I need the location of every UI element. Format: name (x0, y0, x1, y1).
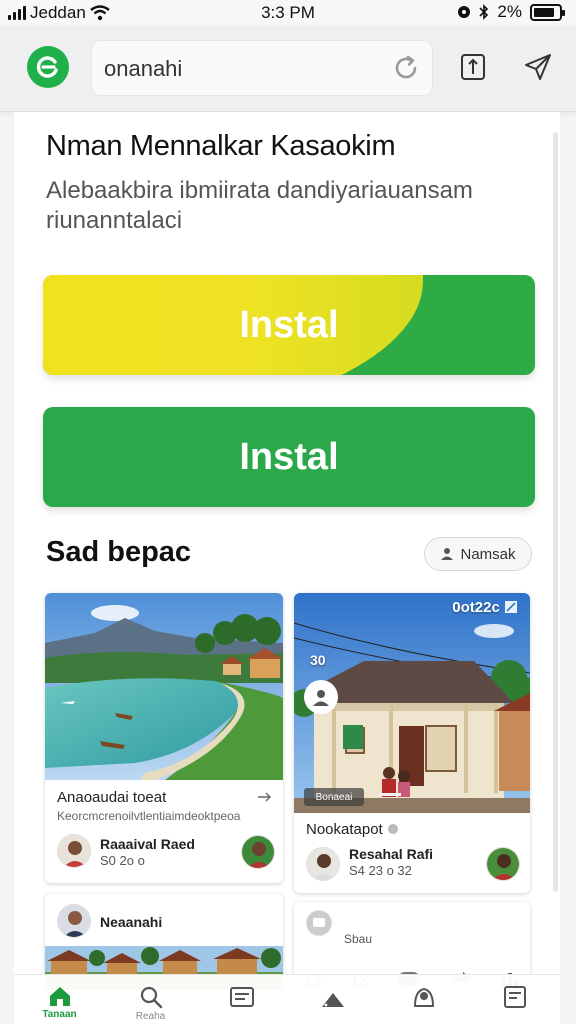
chat-icon[interactable] (306, 910, 332, 936)
photo-caption: Bonaeai (304, 788, 364, 806)
count-badge: 30 (310, 652, 326, 668)
card-title: Anaoaudai toeat (57, 789, 167, 806)
edit-icon[interactable] (504, 600, 518, 614)
send-icon (525, 54, 551, 80)
section-title: Sad bepac (46, 536, 192, 568)
address-bar[interactable] (91, 40, 433, 96)
author-avatar[interactable] (306, 847, 340, 881)
button-swoosh (43, 275, 423, 375)
install-primary-label: Instal (239, 303, 339, 346)
install-button-primary[interactable]: Instal (43, 275, 535, 375)
list-icon (229, 987, 254, 1007)
card-author: Neaanahi (100, 914, 163, 930)
nav-notes[interactable] (480, 985, 550, 1009)
follower-avatar[interactable] (486, 847, 520, 881)
browser-toolbar (0, 26, 576, 112)
card-meta: S4 23 o 32 (349, 863, 412, 878)
install-secondary-label: Instal (239, 435, 339, 478)
nav-search-label: Reaha (135, 1011, 166, 1022)
card-author: Raaaival Raed (100, 836, 195, 852)
bottom-navigation: Tanaan Reaha (14, 974, 560, 1024)
share-icon (461, 54, 485, 80)
post-card[interactable]: Anaoaudai toeat Keorcmcrenoilvtlentiaimd… (45, 593, 283, 883)
nav-community[interactable] (389, 985, 459, 1009)
nav-list[interactable] (207, 985, 277, 1009)
bluetooth-icon (479, 4, 489, 20)
page-content: Nman Mennalkar Kasaokim Alebaakbira ibmi… (14, 112, 560, 1024)
profile-icon[interactable] (304, 680, 338, 714)
status-bar: Jeddan 3:3 PM 2% (0, 0, 576, 26)
person-icon (441, 548, 454, 560)
battery-percent: 2% (497, 2, 522, 21)
nav-search[interactable]: Reaha (116, 985, 186, 1022)
up-icon (321, 993, 344, 1007)
card-title-text: Nookatapot (306, 821, 383, 838)
more-icon[interactable] (257, 792, 271, 802)
nav-home[interactable]: Tanaan (25, 985, 95, 1020)
verified-icon (387, 824, 398, 834)
send-button[interactable] (521, 50, 555, 84)
page-title: Nman Mennalkar Kasaokim (46, 130, 396, 162)
author-avatar[interactable] (57, 904, 91, 938)
lagoon-photo (45, 593, 283, 780)
follower-avatar[interactable] (241, 835, 275, 869)
filter-chip[interactable]: Namsak (424, 537, 532, 571)
reload-icon[interactable] (392, 54, 420, 82)
card-author: Resahal Rafi (349, 846, 434, 862)
post-card[interactable]: 0ot22c 30 Bonaeai Nookatapot Resahal Raf… (294, 593, 530, 893)
app-logo-icon[interactable] (27, 46, 69, 88)
card-meta: S0 2o o (100, 853, 145, 868)
share-button[interactable] (456, 50, 490, 84)
status-right: 2% (457, 2, 565, 22)
people-icon (413, 987, 434, 1007)
chip-label: Namsak (460, 545, 516, 563)
notes-icon (503, 986, 526, 1008)
date-badge: 0ot22c (452, 599, 518, 616)
scrollbar[interactable] (553, 132, 558, 892)
card-title: Nookatapot (306, 821, 399, 838)
install-button-secondary[interactable]: Instal (43, 407, 535, 507)
search-icon (140, 986, 162, 1009)
nav-upload[interactable] (298, 985, 368, 1009)
page-description: Alebaakbira ibmiirata dandiyariauansam r… (46, 177, 473, 234)
card-subtitle: Keorcmcrenoilvtlentiaimdeoktpeoa (57, 809, 241, 823)
url-input[interactable] (104, 51, 374, 87)
location-icon (458, 6, 471, 18)
nav-home-label: Tanaan (42, 1009, 77, 1020)
home-icon (49, 987, 70, 1006)
date-badge-text: 0ot22c (452, 599, 500, 616)
battery-icon (530, 3, 565, 21)
author-avatar[interactable] (57, 834, 91, 868)
card-label: Sbau (344, 932, 373, 946)
